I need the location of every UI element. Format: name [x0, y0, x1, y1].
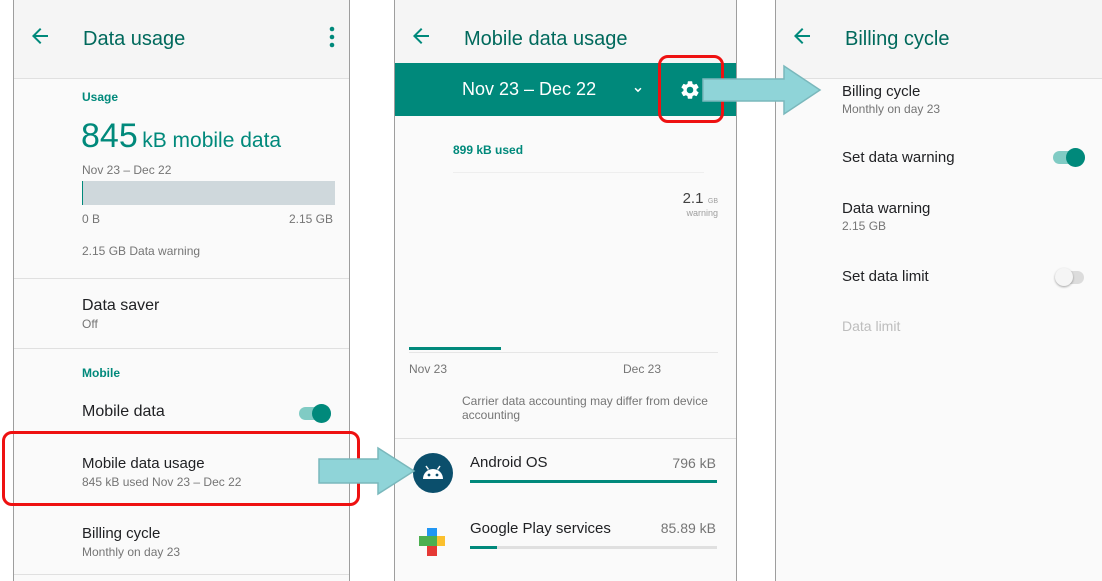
usage-section-header: Usage	[82, 90, 119, 104]
warning-unit: GB	[707, 198, 718, 205]
data-warning-value: 2.15 GB	[842, 219, 887, 233]
app-usage-fill	[470, 546, 498, 549]
axis-start-label: Nov 23	[409, 362, 448, 376]
usage-progress-bar	[82, 181, 335, 205]
data-warning-title: Data warning	[842, 200, 931, 217]
callout-arrow	[702, 64, 822, 116]
app-usage-bar	[470, 480, 717, 483]
data-warning-text: 2.15 GB Data warning	[82, 244, 201, 258]
page-title: Mobile data usage	[464, 28, 628, 50]
used-label: 899 kB used	[453, 143, 524, 157]
app-bar: Data usage	[14, 0, 349, 79]
set-data-warning-title: Set data warning	[842, 149, 955, 166]
back-arrow-icon[interactable]	[409, 24, 433, 48]
app-usage-fill	[470, 480, 717, 483]
chevron-down-icon[interactable]	[631, 83, 645, 97]
callout-arrow	[318, 446, 416, 496]
back-arrow-icon[interactable]	[790, 24, 814, 48]
back-arrow-icon[interactable]	[28, 24, 52, 48]
data-saver-title: Data saver	[82, 297, 160, 314]
chart-baseline	[409, 352, 718, 353]
toggle-thumb	[312, 404, 331, 423]
divider	[14, 278, 349, 279]
mobile-section-header: Mobile	[82, 366, 120, 380]
usage-amount: 845	[81, 117, 138, 155]
data-saver-value: Off	[82, 317, 98, 331]
bar-max-label: 2.15 GB	[288, 212, 333, 226]
data-warning-row[interactable]: Data warning 2.15 GB	[776, 190, 1102, 240]
bar-min-label: 0 B	[82, 212, 101, 226]
warning-label: warning	[686, 208, 718, 218]
usage-progress-fill	[82, 181, 83, 205]
more-options-icon[interactable]	[329, 26, 335, 48]
chart-gridline	[453, 172, 704, 173]
billing-cycle-row[interactable]: Billing cycle Monthly on day 23	[776, 78, 1102, 128]
set-data-limit-title: Set data limit	[842, 268, 929, 285]
billing-cycle-title: Billing cycle	[842, 83, 921, 100]
page-title: Data usage	[83, 28, 186, 50]
app-row[interactable]: Android OS 796 kB	[395, 441, 736, 499]
mobile-data-title: Mobile data	[82, 403, 165, 420]
usage-period: Nov 23 – Dec 22	[82, 163, 172, 177]
data-saver-row[interactable]: Data saver Off	[14, 286, 349, 341]
carrier-note: Carrier data accounting may differ from …	[462, 394, 708, 422]
billing-cycle-summary: Monthly on day 23	[82, 545, 181, 559]
mobile-data-toggle[interactable]	[299, 404, 331, 423]
app-usage-bar	[470, 546, 717, 549]
axis-end-label: Dec 23	[623, 362, 662, 376]
app-row[interactable]: Google Play services 85.89 kB	[395, 506, 736, 564]
set-data-limit-row[interactable]: Set data limit	[776, 256, 1102, 298]
app-name: Android OS	[470, 454, 548, 471]
set-data-warning-row[interactable]: Set data warning	[776, 136, 1102, 178]
divider	[14, 574, 349, 575]
divider	[14, 348, 349, 349]
android-os-icon	[413, 453, 453, 493]
toggle-thumb	[1066, 148, 1085, 167]
billing-cycle-screen: Billing cycle Billing cycle Monthly on d…	[775, 0, 1102, 581]
google-play-services-icon	[419, 528, 445, 556]
billing-cycle-summary: Monthly on day 23	[842, 102, 941, 116]
usage-unit: kB mobile data	[142, 129, 282, 152]
app-bar: Billing cycle	[776, 0, 1102, 79]
set-data-warning-toggle[interactable]	[1053, 148, 1085, 167]
usage-summary: 845 kB mobile data	[81, 117, 281, 156]
app-usage: 85.89 kB	[660, 520, 716, 536]
data-limit-row: Data limit	[776, 308, 1102, 344]
highlight-box-mobile-data-usage	[2, 431, 360, 506]
page-title: Billing cycle	[845, 28, 950, 50]
usage-line	[409, 347, 501, 350]
mobile-data-row[interactable]: Mobile data	[14, 390, 349, 432]
app-usage: 796 kB	[672, 455, 716, 471]
app-name: Google Play services	[470, 520, 611, 537]
cycle-selector[interactable]: Nov 23 – Dec 22	[462, 79, 596, 100]
warning-marker: 2.1 GB warning	[683, 190, 718, 218]
billing-cycle-title: Billing cycle	[82, 525, 161, 542]
warning-value: 2.1	[682, 190, 704, 207]
toggle-thumb	[1055, 268, 1073, 286]
billing-cycle-row[interactable]: Billing cycle Monthly on day 23	[14, 512, 349, 567]
divider	[395, 438, 736, 439]
set-data-limit-toggle[interactable]	[1055, 268, 1084, 286]
data-limit-title: Data limit	[842, 318, 901, 334]
